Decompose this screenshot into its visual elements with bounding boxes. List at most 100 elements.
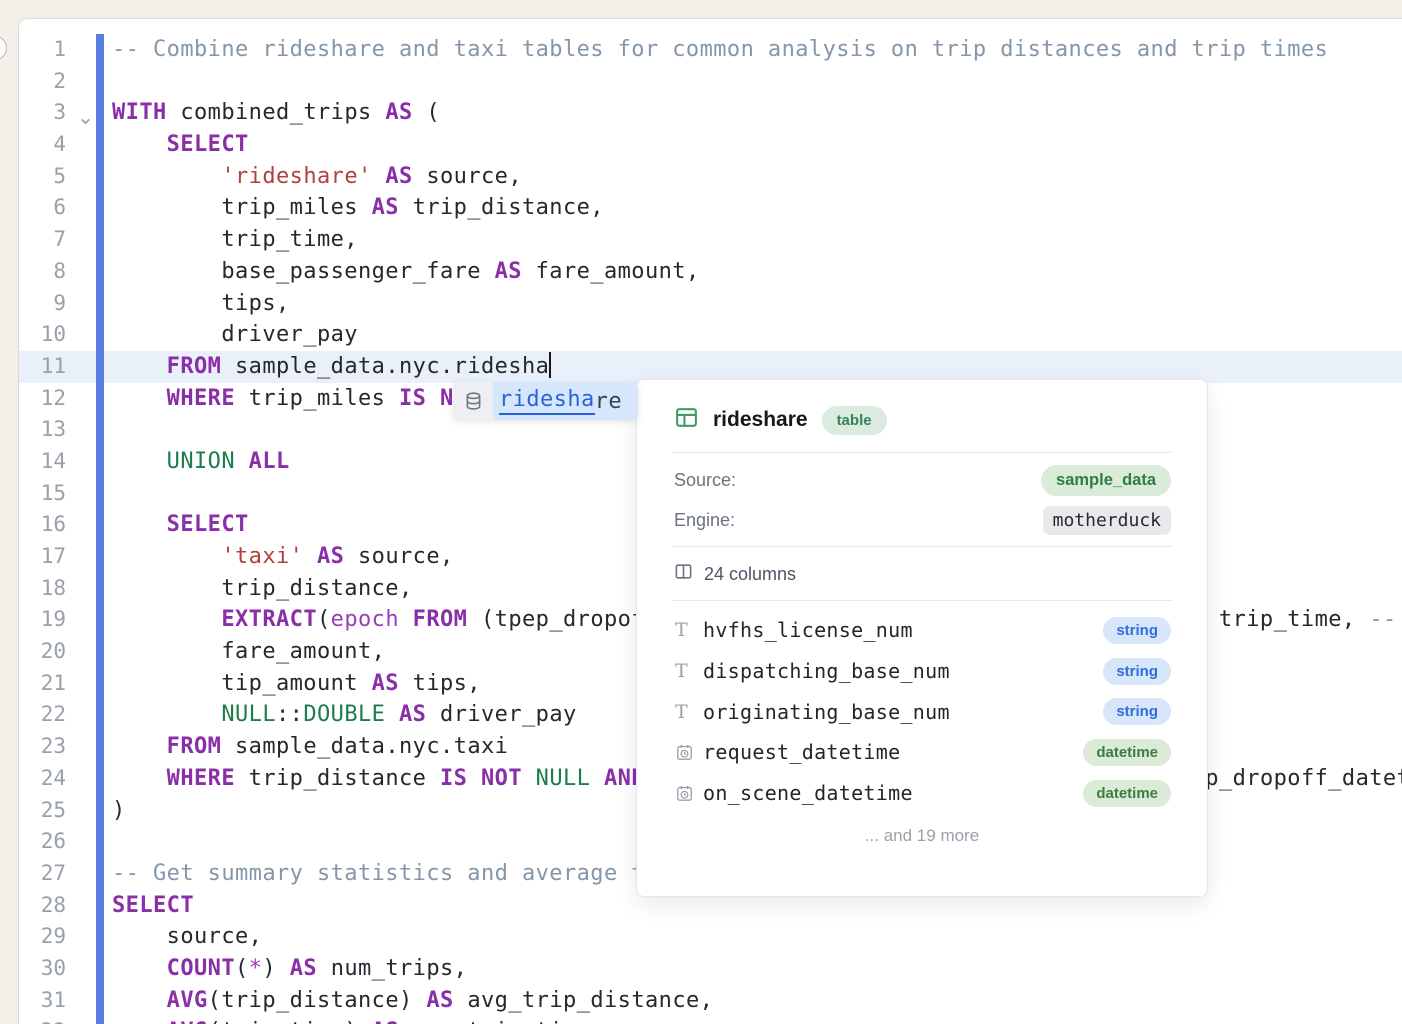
- collapsed-panel-handle[interactable]: [0, 36, 7, 60]
- column-row: Toriginating_base_numstring: [637, 691, 1207, 732]
- changed-lines-indicator: [96, 34, 104, 1024]
- line-number[interactable]: 14: [19, 446, 66, 478]
- table-title: rideshare: [713, 408, 808, 432]
- line-number[interactable]: 18: [19, 573, 66, 605]
- line-number[interactable]: 9: [19, 288, 66, 320]
- table-info-card: rideshare table Source: sample_data Engi…: [636, 379, 1208, 897]
- column-name: request_datetime: [703, 740, 1083, 764]
- column-name: dispatching_base_num: [703, 659, 1103, 683]
- line-number[interactable]: 3: [19, 97, 66, 129]
- line-number[interactable]: 29: [19, 921, 66, 953]
- line-number[interactable]: 27: [19, 858, 66, 890]
- text-type-icon: T: [675, 660, 703, 682]
- source-row: Source: sample_data: [637, 460, 1207, 500]
- code-line-text[interactable]: -- Combine rideshare and taxi tables for…: [112, 34, 1402, 66]
- more-columns-text: ... and 19 more: [637, 813, 1207, 846]
- column-type-badge: string: [1103, 698, 1171, 725]
- code-line-text[interactable]: 'rideshare' AS source,: [112, 161, 1402, 193]
- code-line: 31 AVG(trip_distance) AS avg_trip_distan…: [19, 985, 1402, 1017]
- line-number[interactable]: 10: [19, 319, 66, 351]
- line-number[interactable]: 4: [19, 129, 66, 161]
- text-type-icon: T: [675, 619, 703, 641]
- calendar-clock-icon: [675, 784, 703, 803]
- text-cursor: [549, 352, 551, 378]
- table-type-badge: table: [822, 406, 887, 435]
- code-line-text[interactable]: AVG(trip_time) AS avg_trip_time,: [112, 1016, 1402, 1024]
- line-number[interactable]: 23: [19, 731, 66, 763]
- code-line: 8 base_passenger_fare AS fare_amount,: [19, 256, 1402, 288]
- line-number[interactable]: 20: [19, 636, 66, 668]
- line-number[interactable]: 31: [19, 985, 66, 1017]
- line-number[interactable]: 24: [19, 763, 66, 795]
- line-number[interactable]: 32: [19, 1016, 66, 1024]
- line-number[interactable]: 1: [19, 34, 66, 66]
- code-line: 32 AVG(trip_time) AS avg_trip_time,: [19, 1016, 1402, 1024]
- line-number[interactable]: 17: [19, 541, 66, 573]
- code-line-text[interactable]: WITH combined_trips AS (: [112, 97, 1402, 129]
- line-number[interactable]: 16: [19, 509, 66, 541]
- database-icon: [453, 382, 493, 420]
- columns-icon: [674, 562, 693, 586]
- code-line-text[interactable]: AVG(trip_distance) AS avg_trip_distance,: [112, 985, 1402, 1017]
- column-row: request_datetimedatetime: [637, 732, 1207, 773]
- code-line: 5 'rideshare' AS source,: [19, 161, 1402, 193]
- engine-value-badge: motherduck: [1043, 506, 1171, 535]
- fold-chevron-down-icon[interactable]: [79, 106, 93, 120]
- code-line: 30 COUNT(*) AS num_trips,: [19, 953, 1402, 985]
- code-line: 29 source,: [19, 921, 1402, 953]
- column-name: hvfhs_license_num: [703, 618, 1103, 642]
- calendar-clock-icon: [675, 743, 703, 762]
- code-line-text[interactable]: trip_miles AS trip_distance,: [112, 192, 1402, 224]
- code-line: 10 driver_pay: [19, 319, 1402, 351]
- line-number[interactable]: 12: [19, 383, 66, 415]
- columns-list: Thvfhs_license_numstringTdispatching_bas…: [637, 601, 1207, 813]
- code-line: 7 trip_time,: [19, 224, 1402, 256]
- code-line-text[interactable]: trip_time,: [112, 224, 1402, 256]
- line-number[interactable]: 8: [19, 256, 66, 288]
- line-number[interactable]: 28: [19, 890, 66, 922]
- code-line: 4 SELECT: [19, 129, 1402, 161]
- line-number[interactable]: 5: [19, 161, 66, 193]
- code-line: 11 FROM sample_data.nyc.ridesha: [19, 351, 1402, 383]
- line-number[interactable]: 7: [19, 224, 66, 256]
- columns-count-text: 24 columns: [704, 564, 796, 585]
- code-line-text[interactable]: FROM sample_data.nyc.ridesha: [112, 351, 1402, 383]
- line-number[interactable]: 13: [19, 414, 66, 446]
- code-line-text[interactable]: source,: [112, 921, 1402, 953]
- sql-editor-panel: 1 -- Combine rideshare and taxi tables fo…: [18, 18, 1402, 1024]
- column-name: on_scene_datetime: [703, 781, 1083, 805]
- code-line-text[interactable]: COUNT(*) AS num_trips,: [112, 953, 1402, 985]
- column-type-badge: string: [1103, 617, 1171, 644]
- text-type-icon: T: [675, 701, 703, 723]
- app-background: 1 -- Combine rideshare and taxi tables fo…: [0, 0, 1402, 1024]
- table-icon: [674, 405, 699, 435]
- code-line-text[interactable]: base_passenger_fare AS fare_amount,: [112, 256, 1402, 288]
- line-number[interactable]: 2: [19, 66, 66, 98]
- columns-count-row: 24 columns: [637, 547, 1207, 600]
- autocomplete-label: rideshare: [493, 382, 638, 420]
- line-number[interactable]: 11: [19, 351, 66, 383]
- table-info-header: rideshare table: [637, 380, 1207, 452]
- column-name: originating_base_num: [703, 700, 1103, 724]
- line-number[interactable]: 26: [19, 826, 66, 858]
- code-line-text[interactable]: driver_pay: [112, 319, 1402, 351]
- line-number[interactable]: 6: [19, 192, 66, 224]
- autocomplete-rest-text: re: [595, 389, 622, 414]
- line-number[interactable]: 21: [19, 668, 66, 700]
- code-line-text[interactable]: tips,: [112, 288, 1402, 320]
- code-line-text[interactable]: SELECT: [112, 129, 1402, 161]
- column-row: on_scene_datetimedatetime: [637, 773, 1207, 814]
- source-value-badge: sample_data: [1041, 465, 1171, 496]
- line-number[interactable]: 30: [19, 953, 66, 985]
- code-line: 3 WITH combined_trips AS (: [19, 97, 1402, 129]
- column-type-badge: datetime: [1083, 780, 1171, 807]
- column-type-badge: string: [1103, 658, 1171, 685]
- line-number[interactable]: 22: [19, 699, 66, 731]
- code-line: 2: [19, 66, 1402, 98]
- autocomplete-match-text: ridesha: [499, 387, 595, 415]
- line-number[interactable]: 19: [19, 604, 66, 636]
- column-row: Thvfhs_license_numstring: [637, 610, 1207, 651]
- autocomplete-suggestion[interactable]: rideshare: [453, 382, 638, 420]
- line-number[interactable]: 15: [19, 478, 66, 510]
- line-number[interactable]: 25: [19, 795, 66, 827]
